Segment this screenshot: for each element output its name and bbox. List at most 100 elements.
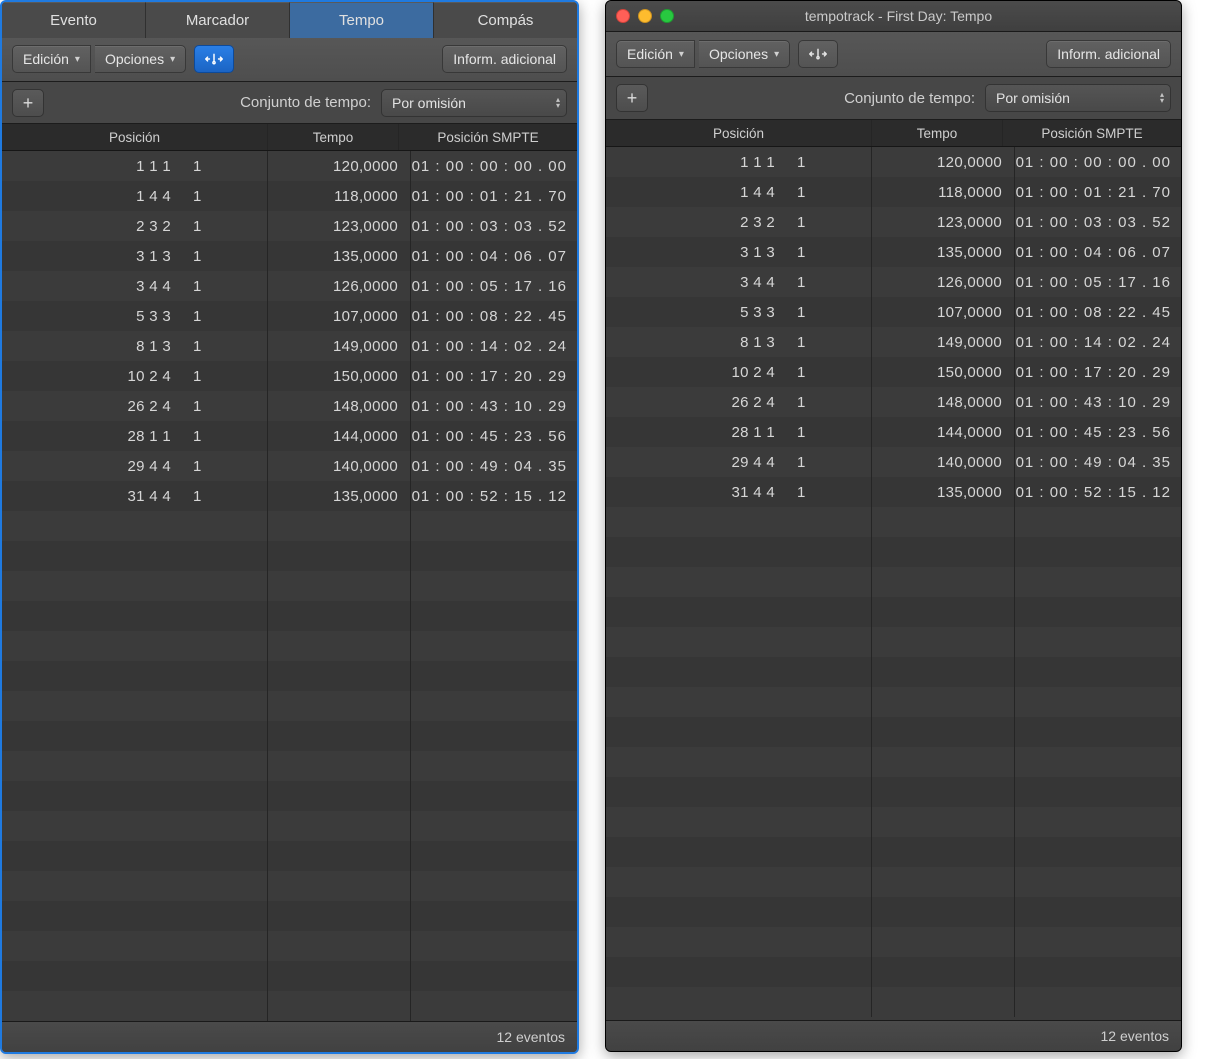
cell-tempo[interactable]: 118,0000 — [268, 181, 411, 211]
cell-tempo[interactable]: 123,0000 — [872, 207, 1015, 237]
cell-position[interactable]: 5 3 31 — [2, 301, 268, 331]
add-event-button[interactable]: + — [12, 89, 44, 117]
cell-smpte[interactable]: 01 : 00 : 08 : 22 . 45 — [1015, 297, 1181, 327]
cell-smpte[interactable]: 01 : 00 : 43 : 10 . 29 — [411, 391, 577, 421]
cell-tempo[interactable]: 107,0000 — [268, 301, 411, 331]
table-row[interactable]: 28 1 11144,000001 : 00 : 45 : 23 . 56 — [2, 421, 577, 451]
cell-position[interactable]: 28 1 11 — [606, 417, 872, 447]
cell-position[interactable]: 3 4 41 — [2, 271, 268, 301]
cell-tempo[interactable]: 107,0000 — [872, 297, 1015, 327]
cell-tempo[interactable]: 135,0000 — [872, 477, 1015, 507]
cell-tempo[interactable]: 123,0000 — [268, 211, 411, 241]
cell-tempo[interactable]: 149,0000 — [268, 331, 411, 361]
options-menu-button[interactable]: Opciones ▾ — [95, 45, 186, 73]
table-row[interactable]: 28 1 11144,000001 : 00 : 45 : 23 . 56 — [606, 417, 1181, 447]
cell-position[interactable]: 1 4 41 — [606, 177, 872, 207]
cell-smpte[interactable]: 01 : 00 : 45 : 23 . 56 — [411, 421, 577, 451]
minimize-window-button[interactable] — [638, 9, 652, 23]
table-row[interactable]: 3 4 41126,000001 : 00 : 05 : 17 . 16 — [2, 271, 577, 301]
table-row[interactable]: 8 1 31149,000001 : 00 : 14 : 02 . 24 — [2, 331, 577, 361]
table-row[interactable]: 29 4 41140,000001 : 00 : 49 : 04 . 35 — [2, 451, 577, 481]
tab-tempo[interactable]: Tempo — [290, 2, 434, 38]
cell-smpte[interactable]: 01 : 00 : 04 : 06 . 07 — [411, 241, 577, 271]
cell-position[interactable]: 31 4 41 — [2, 481, 268, 511]
additional-info-button[interactable]: Inform. adicional — [442, 45, 567, 73]
cell-tempo[interactable]: 150,0000 — [872, 357, 1015, 387]
cell-position[interactable]: 10 2 41 — [606, 357, 872, 387]
cell-tempo[interactable]: 148,0000 — [268, 391, 411, 421]
cell-tempo[interactable]: 149,0000 — [872, 327, 1015, 357]
cell-smpte[interactable]: 01 : 00 : 03 : 03 . 52 — [411, 211, 577, 241]
table-row[interactable]: 2 3 21123,000001 : 00 : 03 : 03 . 52 — [606, 207, 1181, 237]
cell-smpte[interactable]: 01 : 00 : 17 : 20 . 29 — [1015, 357, 1181, 387]
cell-position[interactable]: 2 3 21 — [2, 211, 268, 241]
cell-tempo[interactable]: 150,0000 — [268, 361, 411, 391]
cell-tempo[interactable]: 140,0000 — [268, 451, 411, 481]
cell-smpte[interactable]: 01 : 00 : 08 : 22 . 45 — [411, 301, 577, 331]
cell-smpte[interactable]: 01 : 00 : 14 : 02 . 24 — [1015, 327, 1181, 357]
cell-smpte[interactable]: 01 : 00 : 52 : 15 . 12 — [1015, 477, 1181, 507]
table-row[interactable]: 10 2 41150,000001 : 00 : 17 : 20 . 29 — [606, 357, 1181, 387]
table-row[interactable]: 26 2 41148,000001 : 00 : 43 : 10 . 29 — [606, 387, 1181, 417]
additional-info-button[interactable]: Inform. adicional — [1046, 40, 1171, 68]
tab-evento[interactable]: Evento — [2, 2, 146, 38]
cell-position[interactable]: 3 4 41 — [606, 267, 872, 297]
table-row[interactable]: 5 3 31107,000001 : 00 : 08 : 22 . 45 — [606, 297, 1181, 327]
cell-smpte[interactable]: 01 : 00 : 17 : 20 . 29 — [411, 361, 577, 391]
cell-smpte[interactable]: 01 : 00 : 04 : 06 . 07 — [1015, 237, 1181, 267]
cell-position[interactable]: 8 1 31 — [606, 327, 872, 357]
cell-tempo[interactable]: 144,0000 — [268, 421, 411, 451]
cell-position[interactable]: 3 1 31 — [606, 237, 872, 267]
table-row[interactable]: 26 2 41148,000001 : 00 : 43 : 10 . 29 — [2, 391, 577, 421]
cell-smpte[interactable]: 01 : 00 : 05 : 17 . 16 — [411, 271, 577, 301]
table-row[interactable]: 1 4 41118,000001 : 00 : 01 : 21 . 70 — [2, 181, 577, 211]
table-row[interactable]: 1 1 11120,000001 : 00 : 00 : 00 . 00 — [2, 151, 577, 181]
cell-tempo[interactable]: 126,0000 — [268, 271, 411, 301]
cell-position[interactable]: 28 1 11 — [2, 421, 268, 451]
cell-smpte[interactable]: 01 : 00 : 52 : 15 . 12 — [411, 481, 577, 511]
cell-position[interactable]: 2 3 21 — [606, 207, 872, 237]
cell-position[interactable]: 8 1 31 — [2, 331, 268, 361]
catch-playhead-button[interactable] — [798, 40, 838, 68]
cell-smpte[interactable]: 01 : 00 : 14 : 02 . 24 — [411, 331, 577, 361]
col-tempo[interactable]: Tempo — [268, 124, 399, 150]
cell-smpte[interactable]: 01 : 00 : 01 : 21 . 70 — [411, 181, 577, 211]
col-position[interactable]: Posición — [2, 124, 268, 150]
cell-smpte[interactable]: 01 : 00 : 00 : 00 . 00 — [1015, 147, 1181, 177]
cell-smpte[interactable]: 01 : 00 : 00 : 00 . 00 — [411, 151, 577, 181]
cell-smpte[interactable]: 01 : 00 : 43 : 10 . 29 — [1015, 387, 1181, 417]
tempo-set-popup[interactable]: Por omisión ▴▾ — [985, 84, 1171, 112]
table-row[interactable]: 3 1 31135,000001 : 00 : 04 : 06 . 07 — [2, 241, 577, 271]
cell-position[interactable]: 3 1 31 — [2, 241, 268, 271]
cell-tempo[interactable]: 148,0000 — [872, 387, 1015, 417]
cell-smpte[interactable]: 01 : 00 : 49 : 04 . 35 — [411, 451, 577, 481]
cell-smpte[interactable]: 01 : 00 : 49 : 04 . 35 — [1015, 447, 1181, 477]
edit-menu-button[interactable]: Edición ▾ — [616, 40, 695, 68]
cell-position[interactable]: 26 2 41 — [2, 391, 268, 421]
cell-position[interactable]: 31 4 41 — [606, 477, 872, 507]
cell-position[interactable]: 29 4 41 — [606, 447, 872, 477]
cell-tempo[interactable]: 144,0000 — [872, 417, 1015, 447]
cell-position[interactable]: 1 4 41 — [2, 181, 268, 211]
cell-position[interactable]: 10 2 41 — [2, 361, 268, 391]
col-smpte[interactable]: Posición SMPTE — [399, 124, 577, 150]
cell-tempo[interactable]: 120,0000 — [872, 147, 1015, 177]
cell-position[interactable]: 1 1 11 — [606, 147, 872, 177]
cell-tempo[interactable]: 135,0000 — [268, 481, 411, 511]
cell-tempo[interactable]: 118,0000 — [872, 177, 1015, 207]
table-row[interactable]: 10 2 41150,000001 : 00 : 17 : 20 . 29 — [2, 361, 577, 391]
add-event-button[interactable]: + — [616, 84, 648, 112]
cell-position[interactable]: 29 4 41 — [2, 451, 268, 481]
cell-tempo[interactable]: 135,0000 — [872, 237, 1015, 267]
cell-tempo[interactable]: 140,0000 — [872, 447, 1015, 477]
table-row[interactable]: 8 1 31149,000001 : 00 : 14 : 02 . 24 — [606, 327, 1181, 357]
catch-playhead-button[interactable] — [194, 45, 234, 73]
tab-marcador[interactable]: Marcador — [146, 2, 290, 38]
col-position[interactable]: Posición — [606, 120, 872, 146]
table-row[interactable]: 3 4 41126,000001 : 00 : 05 : 17 . 16 — [606, 267, 1181, 297]
tab-compás[interactable]: Compás — [434, 2, 577, 38]
table-row[interactable]: 1 4 41118,000001 : 00 : 01 : 21 . 70 — [606, 177, 1181, 207]
table-row[interactable]: 31 4 41135,000001 : 00 : 52 : 15 . 12 — [606, 477, 1181, 507]
cell-smpte[interactable]: 01 : 00 : 45 : 23 . 56 — [1015, 417, 1181, 447]
table-row[interactable]: 5 3 31107,000001 : 00 : 08 : 22 . 45 — [2, 301, 577, 331]
